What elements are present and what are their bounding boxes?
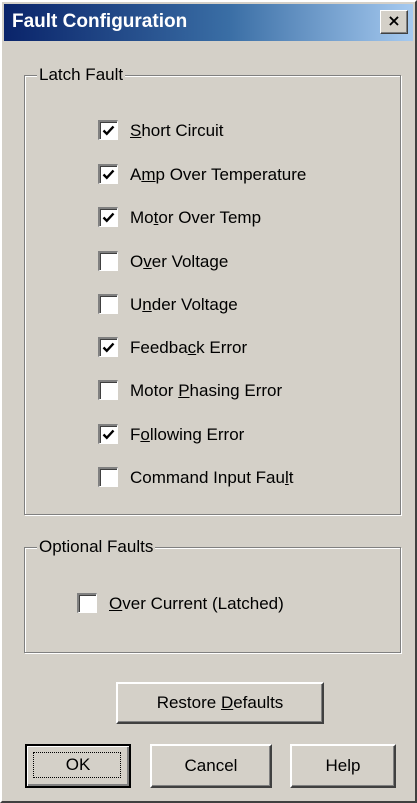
ok-button[interactable]: OK — [25, 744, 131, 788]
following-error-label: Following Error — [130, 425, 245, 444]
restore-defaults-button[interactable]: Restore Defaults — [116, 682, 324, 724]
checkbox-box[interactable] — [98, 467, 118, 487]
checkbox-box[interactable] — [98, 207, 118, 227]
over-voltage-label: Over Voltage — [130, 252, 229, 271]
restore-label-post: efaults — [233, 693, 284, 712]
amp-over-temperature-label: Amp Over Temperature — [130, 165, 307, 184]
restore-label-mnemonic: D — [220, 693, 234, 712]
close-icon: × — [387, 11, 401, 30]
feedback-error-label: Feedback Error — [130, 338, 248, 357]
fault-configuration-dialog: Fault Configuration × Latch Fault Option… — [0, 0, 417, 803]
checkbox-box[interactable] — [77, 593, 97, 613]
check-mark-icon — [102, 169, 115, 180]
checkbox-box[interactable] — [98, 294, 118, 314]
checkbox-box[interactable] — [98, 380, 118, 400]
motor-over-temp-label: Motor Over Temp — [130, 208, 262, 227]
cancel-label: Cancel — [184, 756, 238, 775]
checkbox-box[interactable] — [98, 337, 118, 357]
optional-faults-group-label: Optional Faults — [37, 536, 156, 558]
close-button[interactable]: × — [380, 10, 408, 34]
focus-rectangle — [33, 752, 121, 778]
check-mark-icon — [102, 212, 115, 223]
latch-fault-group-label: Latch Fault — [37, 64, 126, 86]
checkbox-box[interactable] — [98, 424, 118, 444]
over-current-latched-label: Over Current (Latched) — [109, 594, 284, 613]
title-bar[interactable]: Fault Configuration × — [4, 4, 413, 41]
command-input-fault-label: Command Input Fault — [130, 468, 294, 487]
checkbox-box[interactable] — [98, 120, 118, 140]
restore-label-pre: Restore — [156, 693, 221, 712]
checkbox-box[interactable] — [98, 251, 118, 271]
check-mark-icon — [102, 125, 115, 136]
under-voltage-label: Under Voltage — [130, 295, 238, 314]
short-circuit-label: Short Circuit — [130, 121, 224, 140]
check-mark-icon — [102, 342, 115, 353]
help-label: Help — [325, 756, 361, 775]
checkbox-box[interactable] — [98, 164, 118, 184]
check-mark-icon — [102, 429, 115, 440]
help-button[interactable]: Help — [290, 744, 396, 788]
cancel-button[interactable]: Cancel — [150, 744, 272, 788]
motor-phasing-error-label: Motor Phasing Error — [130, 381, 283, 400]
dialog-title: Fault Configuration — [12, 11, 188, 32]
